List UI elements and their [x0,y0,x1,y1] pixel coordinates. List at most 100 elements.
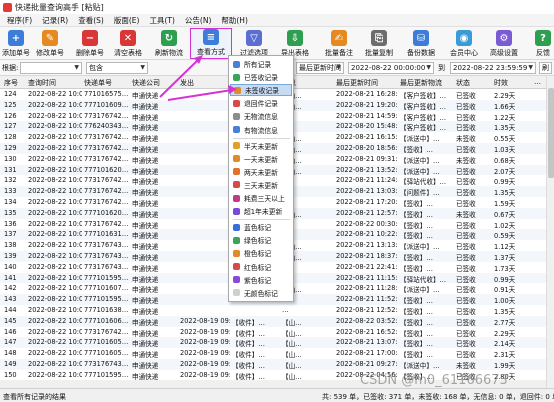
toolbar-button-5[interactable]: ≡ 查看方式 [190,28,232,59]
toolbar-button-1[interactable]: ✎ 修改单号 [31,28,69,59]
view-menu-item-6[interactable]: 半天未更新 [230,140,292,152]
table-cell: 2022-08-21 11:24:41 [336,176,398,185]
table-cell: 【客户签收】… [400,124,447,133]
table-cell: 【派送中】… [400,156,440,165]
table-cell: 已签收 [456,178,476,187]
toolbar-button-11[interactable]: ◉ 会员中心 [446,28,482,59]
table-cell: 2022-08-22 10:08:12 [28,111,82,120]
table-cell: 2022-08-22 10:08:18 [28,133,82,142]
table-cell: 2022-08-21 18:37:21 [336,252,398,260]
menu-item-4[interactable]: 工具(T) [144,15,179,26]
date-from-input[interactable]: 2022-08-22 00:00:00 ▼ [348,62,434,74]
column-header-1[interactable]: 查询时间 [28,78,56,88]
table-cell: 【客户签收】… [400,102,447,111]
table-row[interactable]: 148 2022-08-22 10:09:13777101605…申通快递 2022… [0,348,546,359]
view-menu-item-8[interactable]: 两天未更新 [230,166,292,178]
table-cell: 未签收 [456,156,476,165]
table-row[interactable]: 145 2022-08-22 10:09:04777101606…申通快递 2022… [0,315,546,327]
view-menu-icon-15 [233,263,240,270]
time-mode-select[interactable]: 最后更新时间 ▼ [296,62,344,74]
toolbar-button-12[interactable]: ⚙ 高级设置 [484,28,524,59]
toolbar-label-0: 添加单号 [2,49,30,57]
table-row[interactable]: 144 2022-08-22 10:09:01777101638…申通快递 … 202… [0,305,546,316]
view-menu-item-0[interactable]: 所有记录 [230,58,292,70]
table-row[interactable]: 146 2022-08-22 10:09:07773176742…申通快递 2022… [0,327,546,338]
view-menu-item-17[interactable]: 无颜色标记 [230,287,292,299]
table-row[interactable]: 149 2022-08-22 10:09:16773176743…申通快递 2022… [0,359,546,370]
table-cell: 【收件】… [232,329,265,338]
toolbar-label-2: 删除单号 [76,49,104,57]
table-cell: 【签收】… [400,340,433,349]
toolbar-button-8[interactable]: ✍ 批量备注 [320,28,358,59]
menu-item-1[interactable]: 记录(R) [37,15,73,26]
menu-separator [233,219,290,221]
view-menu-item-3[interactable]: 退回件记录 [230,97,292,109]
column-header-8[interactable]: 最后更新物流 [400,78,442,88]
view-menu-item-13[interactable]: 绿色标记 [230,234,292,246]
scrollbar-thumb[interactable] [548,88,554,178]
toolbar-icon-0: + [8,30,24,46]
table-cell: 已签收 [456,286,476,295]
toolbar-button-3[interactable]: ✕ 清空表格 [110,28,146,59]
table-cell: 2022-08-22 10:08:30 [28,176,82,185]
toolbar-button-2[interactable]: − 删除单号 [72,28,108,59]
table-cell: 【签收】… [400,297,433,306]
date-to-input[interactable]: 2022-08-22 23:59:59 ▼ [450,62,536,74]
view-menu-item-16[interactable]: 紫色标记 [230,274,292,286]
table-cell: 【收件】… [232,351,265,360]
table-cell: 2022-08-21 10:22:54 [336,230,398,239]
view-menu-item-11[interactable]: 超1年未更新 [230,205,292,217]
column-header-11[interactable]: … [534,78,541,86]
view-menu-item-1[interactable]: 已签收记录 [230,71,292,83]
menu-item-2[interactable]: 查看(S) [73,15,109,26]
table-cell: 773176742… [84,176,129,185]
table-cell: 申通快递 [132,92,159,100]
view-menu-item-12[interactable]: 蓝色标记 [230,221,292,233]
apply-filter-button[interactable]: 刷 [539,62,552,74]
table-row[interactable]: 147 2022-08-22 10:09:10777101605…申通快递 2022… [0,337,546,348]
view-menu-item-4[interactable]: 无物流信息 [230,110,292,122]
column-header-2[interactable]: 快递单号 [84,78,112,88]
table-cell: 2022-08-21 22:41:08 [336,262,398,271]
toolbar-button-0[interactable]: + 添加单号 [0,28,32,59]
menu-item-5[interactable]: 公告(N) [180,15,216,26]
toolbar-button-13[interactable]: ? 反馈 [532,28,554,59]
view-menu-item-5[interactable]: 有物流信息 [230,124,292,136]
column-header-9[interactable]: 状态 [456,78,470,88]
table-cell: 2022-08-21 19:20:19 [336,100,398,109]
column-header-0[interactable]: 序号 [4,78,18,88]
toolbar-button-9[interactable]: ⎘ 批量复制 [360,28,398,59]
toolbar-button-4[interactable]: ↻ 刷新物流 [150,28,188,59]
table-cell: 773176742… [84,187,129,196]
menu-item-3[interactable]: 版面(E) [109,15,145,26]
table-cell: 148 [4,349,17,358]
view-menu-item-14[interactable]: 橙色标记 [230,247,292,259]
view-menu-item-10[interactable]: 耗费三天以上 [230,192,292,204]
table-cell: 申通快递 [132,318,159,327]
table-cell: 2022-08-19 09:37:40 [180,316,230,325]
window-title: 快递批量查询高手 [粘贴] [15,2,104,12]
column-header-3[interactable]: 快递公司 [132,78,160,88]
menu-item-6[interactable]: 帮助(H) [216,15,253,26]
column-header-4[interactable]: 发出 [180,78,194,88]
table-cell: 129 [4,144,17,152]
toolbar-button-10[interactable]: ⛁ 备份数据 [401,28,441,59]
table-cell: 138 [4,241,17,250]
vertical-scrollbar[interactable] [546,76,554,388]
view-menu-item-9[interactable]: 三天未更新 [230,179,292,191]
filter-field-select[interactable]: ▼ [20,62,82,74]
table-cell: 已签收 [456,243,476,252]
table-cell: 2022-08-21 09:31:55 [336,154,398,163]
table-cell: 1.73天 [494,264,516,273]
filter-contains-select[interactable]: 包含 ▼ [86,62,148,74]
column-header-7[interactable]: 最后更新时间 [336,78,378,88]
menu-item-0[interactable]: 程序(F) [2,15,37,26]
view-menu-label-16: 紫色标记 [244,276,272,285]
column-header-10[interactable]: 时效 [494,78,508,88]
table-cell: 777101595… [84,370,129,379]
table-cell: 申通快递 [132,178,159,187]
table-cell: 已签收 [456,92,476,100]
view-menu-item-2[interactable]: 未签收记录 [230,84,292,97]
view-menu-item-7[interactable]: 一天未更新 [230,153,292,165]
view-menu-item-15[interactable]: 红色标记 [230,261,292,273]
